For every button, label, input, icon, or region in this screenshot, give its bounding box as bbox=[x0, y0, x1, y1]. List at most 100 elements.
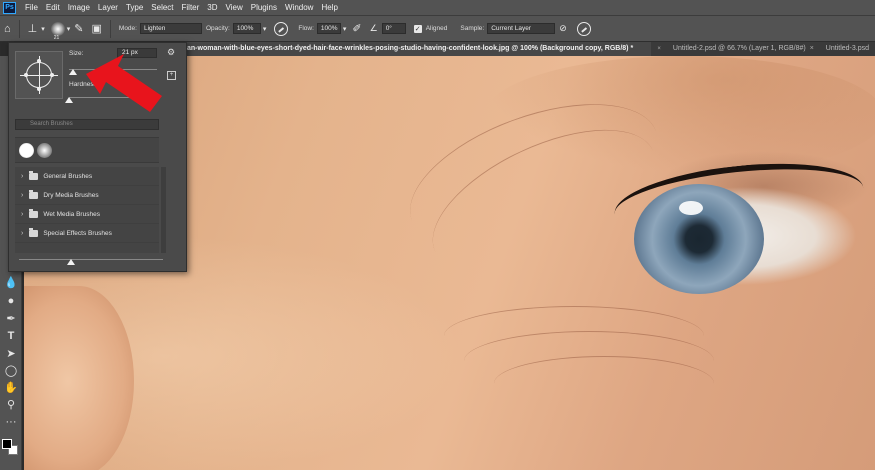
chevron-right-icon[interactable]: › bbox=[21, 230, 23, 237]
airbrush-icon[interactable]: ✐ bbox=[352, 22, 361, 35]
pressure-opacity-icon[interactable] bbox=[274, 21, 289, 36]
tab-untitled-3[interactable]: Untitled-3.psd bbox=[820, 42, 875, 56]
brush-folder-list: › General Brushes › Dry Media Brushes › … bbox=[15, 167, 159, 253]
flow-field[interactable]: 100% bbox=[316, 23, 341, 34]
menu-file[interactable]: File bbox=[21, 3, 42, 12]
tool-preset-dropdown-icon[interactable]: ▾ bbox=[41, 25, 45, 33]
hand-icon[interactable]: ✋ bbox=[4, 381, 18, 395]
brush-preset-picker[interactable]: 21 bbox=[50, 21, 65, 41]
aligned-checkbox[interactable]: ✓ bbox=[413, 24, 422, 33]
brush-settings-icon[interactable]: ✎ bbox=[74, 22, 83, 35]
folder-list-scrollbar[interactable] bbox=[161, 167, 166, 253]
mode-select[interactable]: Lighten bbox=[139, 23, 202, 34]
folder-general-brushes[interactable]: › General Brushes bbox=[15, 167, 159, 186]
brush-tip-handle[interactable] bbox=[37, 87, 41, 91]
recent-hard-brush[interactable] bbox=[19, 143, 34, 158]
gear-icon[interactable]: ⚙ bbox=[167, 47, 175, 58]
folder-label: General Brushes bbox=[43, 172, 93, 180]
tab-label: an-woman-with-blue-eyes-short-dyed-hair-… bbox=[187, 45, 634, 52]
tab-active-document[interactable]: an-woman-with-blue-eyes-short-dyed-hair-… bbox=[187, 42, 652, 56]
zoom-icon[interactable]: ⚲ bbox=[4, 398, 18, 412]
menu-type[interactable]: Type bbox=[122, 3, 147, 12]
folder-label: Dry Media Brushes bbox=[43, 191, 99, 199]
menu-help[interactable]: Help bbox=[317, 3, 341, 12]
clone-source-icon[interactable]: ▣ bbox=[92, 22, 102, 35]
blur-drop-icon[interactable]: 💧 bbox=[4, 276, 18, 290]
menu-plugins[interactable]: Plugins bbox=[247, 3, 281, 12]
menu-image[interactable]: Image bbox=[64, 3, 94, 12]
tab-close-button[interactable]: × bbox=[651, 42, 667, 56]
opacity-field[interactable]: 100% bbox=[232, 23, 261, 34]
flow-label: Flow: bbox=[298, 25, 314, 32]
menu-window[interactable]: Window bbox=[281, 3, 317, 12]
new-preset-icon[interactable]: + bbox=[167, 71, 176, 80]
menu-edit[interactable]: Edit bbox=[42, 3, 64, 12]
photoshop-window: Ps File Edit Image Layer Type Select Fil… bbox=[0, 0, 875, 470]
hardness-slider-thumb[interactable] bbox=[65, 97, 73, 103]
document-tabs: an-woman-with-blue-eyes-short-dyed-hair-… bbox=[187, 42, 875, 56]
brush-tip-handle[interactable] bbox=[50, 73, 54, 77]
ignore-adjustment-layers-icon[interactable]: ⊘ bbox=[559, 23, 567, 34]
type-icon[interactable]: T bbox=[4, 329, 18, 343]
folder-label: Wet Media Brushes bbox=[43, 210, 100, 218]
mode-label: Mode: bbox=[118, 25, 137, 32]
opacity-dropdown-icon[interactable]: ▾ bbox=[263, 25, 267, 33]
opacity-label: Opacity: bbox=[205, 25, 230, 32]
tab-label: Untitled-2.psd @ 66.7% (Layer 1, RGB/8#) bbox=[672, 45, 806, 52]
separator bbox=[18, 19, 20, 38]
foreground-color-swatch[interactable] bbox=[2, 439, 12, 449]
chevron-right-icon[interactable]: › bbox=[21, 173, 23, 180]
angle-field[interactable]: 0° bbox=[381, 23, 406, 34]
menu-select[interactable]: Select bbox=[147, 3, 177, 12]
red-annotation-arrow-icon bbox=[86, 54, 162, 112]
pen-icon[interactable]: ✒ bbox=[4, 312, 18, 326]
preview-size-slider-track[interactable] bbox=[19, 259, 163, 260]
path-select-icon[interactable]: ➤ bbox=[4, 347, 18, 361]
home-icon[interactable]: ⌂ bbox=[4, 23, 11, 35]
photo-ear bbox=[24, 286, 134, 470]
folder-icon bbox=[29, 189, 39, 199]
menu-bar: Ps File Edit Image Layer Type Select Fil… bbox=[0, 0, 875, 16]
size-slider-thumb[interactable] bbox=[69, 69, 78, 75]
recent-soft-brush[interactable] bbox=[37, 143, 52, 158]
photoshop-logo-icon: Ps bbox=[3, 1, 16, 14]
ellipse-icon[interactable]: ◯ bbox=[4, 364, 18, 378]
size-label: Size: bbox=[69, 50, 84, 57]
options-bar: ⌂ ⊥ ▾ 21 ▾ ✎ ▣ Mode: Lighten Opacity: 10… bbox=[0, 16, 875, 42]
aligned-label: Aligned bbox=[425, 25, 448, 32]
folder-wet-media-brushes[interactable]: › Wet Media Brushes bbox=[15, 205, 159, 224]
brush-dropdown-icon[interactable]: ▾ bbox=[67, 25, 71, 33]
chevron-right-icon[interactable]: › bbox=[21, 211, 23, 218]
pressure-size-icon[interactable] bbox=[576, 21, 591, 36]
separator bbox=[109, 19, 111, 38]
clone-stamp-tool-icon[interactable]: ⊥ bbox=[28, 22, 38, 35]
close-icon[interactable]: × bbox=[810, 45, 814, 52]
menu-layer[interactable]: Layer bbox=[94, 3, 122, 12]
folder-dry-media-brushes[interactable]: › Dry Media Brushes bbox=[15, 186, 159, 205]
tab-untitled-2[interactable]: Untitled-2.psd @ 66.7% (Layer 1, RGB/8#)… bbox=[667, 42, 820, 56]
angle-icon: ∠ bbox=[369, 23, 378, 33]
folder-icon bbox=[29, 170, 39, 180]
chevron-right-icon[interactable]: › bbox=[21, 192, 23, 199]
menu-3d[interactable]: 3D bbox=[203, 3, 221, 12]
sample-select[interactable]: Current Layer bbox=[487, 23, 556, 34]
recent-brushes bbox=[15, 137, 159, 163]
menu-filter[interactable]: Filter bbox=[178, 3, 204, 12]
folder-icon bbox=[29, 208, 39, 218]
flow-dropdown-icon[interactable]: ▾ bbox=[343, 25, 347, 33]
preview-size-slider-thumb[interactable] bbox=[67, 259, 75, 265]
search-brushes-input[interactable]: Search Brushes bbox=[15, 119, 159, 130]
sample-label: Sample: bbox=[460, 25, 485, 32]
brush-tip-handle[interactable] bbox=[37, 59, 41, 63]
brush-tip-preview[interactable] bbox=[15, 51, 63, 99]
brush-tip-handle[interactable] bbox=[24, 73, 28, 77]
brush-size-number: 21 bbox=[53, 34, 60, 41]
folder-icon bbox=[29, 227, 39, 237]
dodge-icon[interactable]: ● bbox=[4, 294, 18, 308]
menu-view[interactable]: View bbox=[222, 3, 247, 12]
tab-label: Untitled-3.psd bbox=[825, 45, 869, 52]
photo-wrinkle bbox=[494, 356, 714, 411]
folder-label: Special Effects Brushes bbox=[43, 229, 112, 237]
folder-special-effects-brushes[interactable]: › Special Effects Brushes bbox=[15, 224, 159, 243]
more-icon[interactable]: ··· bbox=[4, 415, 18, 429]
